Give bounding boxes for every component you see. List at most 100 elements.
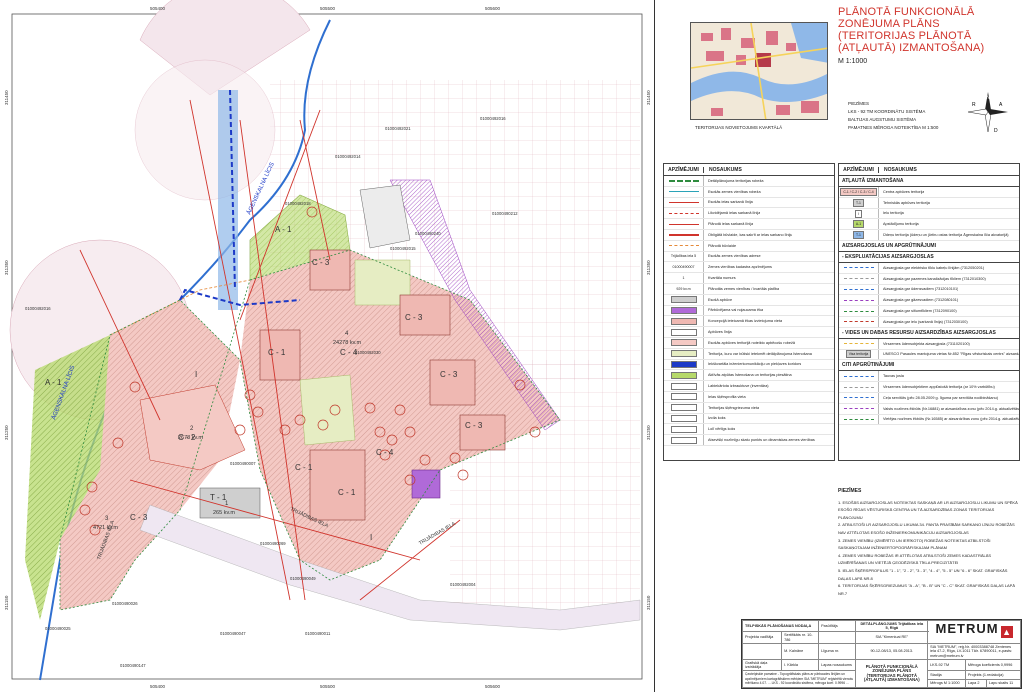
legend-symbol: [839, 414, 879, 425]
legend-text: Ceļa servitūts (pēc 28.05.2009 g. līguma…: [883, 395, 999, 400]
legend-symbol: [664, 435, 704, 445]
legend-section-title: ATĻAUTĀ IZMANTOŠANA: [839, 176, 1019, 187]
legend-row: Aktīvās atpūtas īstenošana un teritorija…: [664, 370, 834, 382]
legend-text: Teritorijas šķērsgriezuma vieta: [708, 405, 760, 410]
legend-col1: APZĪMĒJUMI: [839, 166, 879, 173]
legend-row: Esošā apbūve: [664, 294, 834, 306]
zone-label: C - 1: [295, 463, 313, 472]
legend-symbol: [664, 229, 704, 240]
legend-row: Aizsargjosla gar elektrisko tīklu kabeļu…: [839, 262, 1019, 274]
legend-symbol: [664, 186, 704, 197]
compass-w: R: [972, 102, 976, 108]
parcel-id: 01000490147: [120, 663, 146, 668]
legend-text: Aizsargjosla gar ielu (sarkanā līnija) (…: [883, 319, 968, 324]
coord-right: 311450: [646, 90, 651, 105]
legend-text: Vietējas nozīmes ēkbūts (Nr.16585) ar ai…: [883, 417, 1019, 422]
legend-symbol: [664, 413, 704, 424]
legend-row: Iekškvartāla inženierkomunikāciju un pie…: [664, 359, 834, 371]
legend-text: Ūdeņu teritorija (ūdeņu un jūrtiru ostas…: [883, 233, 1009, 238]
parcel-id: 01000492004: [450, 582, 476, 587]
legend-symbol: [664, 294, 704, 305]
inset-svg: [691, 23, 827, 119]
legend-row: Koncepcijā ieteicamā ēkas izvietojuma vi…: [664, 316, 834, 328]
zone-label: C - 3: [130, 513, 148, 522]
legend-symbol: [664, 337, 704, 348]
legend-symbol: 929 kv.m: [664, 283, 704, 294]
legend-symbol: 01000490007: [664, 262, 704, 273]
stamp-contract: 90-12-08/13, 05.08.2013.: [855, 642, 929, 661]
legend-left-header: APZĪMĒJUMI NOSAUKUMS: [664, 164, 834, 176]
legend-row: Plānotā būvlaide: [664, 240, 834, 252]
coord-top: 505500: [320, 6, 336, 11]
note-item: 5. IELAS ŠĶĒRSPROFILUS "1 - 1", "2 - 2",…: [838, 567, 1008, 581]
coord-left: 311150: [4, 595, 9, 610]
legend-row: Detālplānojuma teritorijas robeža: [664, 176, 834, 187]
legend-symbol: [664, 176, 704, 186]
legend-row: Labiekārtota izbrauktuve (inventāra): [664, 381, 834, 392]
legend-symbol: [839, 392, 879, 403]
notes-line: PAMATNES MĒROGA NOTEIKTĪBA M 1:500: [848, 125, 939, 130]
company-logo: METRUM ▲: [927, 620, 1021, 644]
legend-symbol: A-1: [839, 219, 879, 230]
legend-text: Tehniskās apbūves teritorija: [883, 200, 930, 205]
company-name: METRUM: [935, 620, 999, 636]
legend-row: Lolī vērtīgs koks: [664, 424, 834, 436]
parcel-area: 4721 kv.m: [93, 525, 118, 531]
legend-row: Aizsargjosla gar ūdensvadiem (7312010101…: [839, 284, 1019, 296]
notes-label: PIEZĪMES: [848, 101, 870, 106]
parcel-id: 01000490011: [305, 631, 331, 636]
legend-row: Aizsargjosla gar ielu (sarkanā līnija) (…: [839, 316, 1019, 328]
legend-row: T-1 Ūdeņu teritorija (ūdeņu un jūrtiru os…: [839, 230, 1019, 241]
legend-text: Detālplānojuma teritorijas robeža: [708, 178, 764, 183]
inset-caption: TERITORIJAS NOVIETOJUMS KVARTĀLĀ: [695, 125, 783, 130]
note-item: 4. ZEMES VIENĪBU ROBEŽAS IR ATTĒLOTAS AT…: [838, 552, 992, 566]
legend-col2: NOSAUKUMS: [709, 166, 742, 173]
legend-symbol: [839, 284, 879, 295]
map-scale: M 1:1000: [838, 58, 868, 65]
notes-list: PIEZĪMES 1. ESOŠĀS AIZSARGJOSLAS NOTEIKT…: [838, 488, 1018, 597]
parcel-id: 01000490240: [415, 231, 441, 236]
legend-symbol: C-1 / C-2 / C-3 / C-4: [839, 187, 879, 197]
legend-right: APZĪMĒJUMI NOSAUKUMS ATĻAUTĀ IZMANTOŠANA…: [838, 163, 1020, 461]
legend-text: Esošās zemes vienības robeža: [708, 189, 761, 194]
legend-symbol: [664, 240, 704, 251]
legend-row: Ceļa servitūts (pēc 28.05.2009 g. līguma…: [839, 392, 1019, 404]
legend-row: Virszemes ūdensobjektiem applūstošā teri…: [839, 382, 1019, 393]
legend-text: Apbūves līnija: [708, 330, 732, 335]
coord-right: 311250: [646, 425, 651, 440]
compass-e: A: [999, 102, 1003, 108]
legend-row: Esošās ielas sarkanā līnija: [664, 197, 834, 209]
location-inset-map: [690, 22, 828, 120]
legend-text: Virszemes ūdensobjekta aizsargjosla (731…: [883, 341, 970, 346]
header-notes: PIEZĪMES LKS - 92 TM KOORDINĀTU SISTĒMA …: [848, 100, 938, 132]
legend-row: Teritorijas šķērsgriezuma vieta: [664, 402, 834, 414]
coord-bottom: 505600: [485, 684, 501, 689]
building-6: [309, 449, 366, 521]
building-1: [309, 249, 351, 291]
parcel-id: 01000492016: [480, 116, 506, 121]
parcel-id: 01000492014: [335, 154, 361, 159]
green-patch-2: [299, 374, 356, 446]
stamp-row-key: Projekta vadītāja: [741, 631, 783, 644]
note-item: 3. ZEMES VIENĪBU (IZMĒRĪTO UN IERĪKOTO) …: [838, 537, 991, 551]
legend-section-title: - EKSPLUATĀCIJAS AIZSARGJOSLAS: [839, 251, 1019, 263]
legend-row: Obligātā būvlaide, kas sakrīt ar ielas s…: [664, 229, 834, 241]
page-title: PLĀNOTĀ FUNKCIONĀLĀ ZONĒJUMA PLĀNS (TERI…: [838, 6, 985, 54]
legend-row: Apbūves līnija: [664, 327, 834, 338]
legend-col1: APZĪMĒJUMI: [664, 166, 704, 173]
legend-right-rows: ATĻAUTĀ IZMANTOŠANA C-1 / C-2 / C-3 / C-4…: [839, 176, 1019, 426]
legend-symbol: [664, 316, 704, 327]
zone-label: C - 3: [405, 313, 423, 322]
legend-row: C-1 / C-2 / C-3 / C-4 Centra apbūves teri…: [839, 187, 1019, 198]
legend-text: Tauvas josla: [883, 374, 904, 379]
legend-row: T-1 Tehniskās apbūves teritorija: [839, 197, 1019, 209]
legend-symbol: [664, 219, 704, 230]
legend-text: Aizsargjosla gar gāzesvadiem (7312080101…: [883, 298, 959, 303]
legend-text: Labiekārtota izbrauktuve (inventāra): [708, 384, 769, 389]
legend-symbol: [664, 208, 704, 219]
legend-row: 1 Kvartāla numurs: [664, 273, 834, 284]
title-block: PLĀNOTĀ FUNKCIONĀLĀ ZONĒJUMA PLĀNS (TERI…: [838, 6, 1020, 65]
legend-text: Aizsargjosla gar elektrisko tīklu kabeļu…: [883, 265, 985, 270]
zoning-map[interactable]: 505400 505500 505600 505400 505500 505600 3114…: [0, 0, 655, 692]
legend-symbol: [664, 197, 704, 208]
